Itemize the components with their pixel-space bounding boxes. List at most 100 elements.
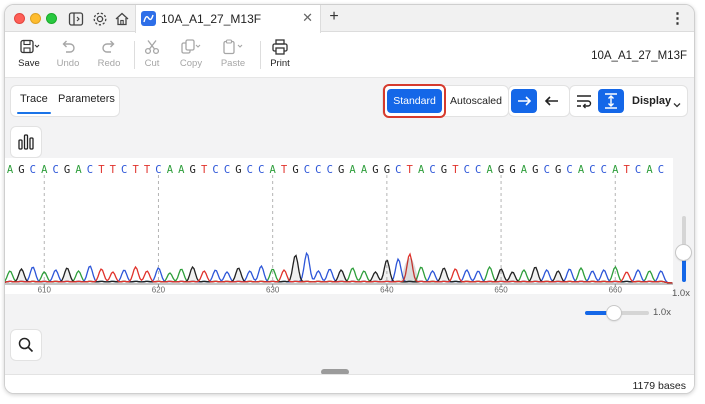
minimize-window-button[interactable] [30,13,41,24]
base-call: A [7,164,14,176]
document-tab[interactable]: 10A_A1_27_M13F ✕ [135,5,321,33]
base-call: A [178,164,185,176]
base-call: C [589,164,595,176]
base-call: C [121,164,127,176]
base-call: G [372,164,378,176]
base-call: A [418,164,425,176]
paste-button[interactable]: Paste [213,39,253,69]
base-call: C [601,164,607,176]
arrow-right-icon [518,96,532,106]
search-button[interactable] [11,330,41,360]
base-call: C [155,164,161,176]
standard-button[interactable]: Standard [387,89,442,113]
print-label: Print [270,58,290,69]
undo-button[interactable]: Undo [48,39,88,69]
sidebar-toggle-icon[interactable] [67,10,85,28]
trace-view: Trace Parameters Standard Autoscaled Dis… [5,78,694,375]
redo-button[interactable]: Redo [89,39,129,69]
base-call: T [407,164,414,176]
base-call: A [349,164,356,176]
copy-button[interactable]: Copy [171,39,211,69]
close-window-button[interactable] [14,13,25,24]
save-label: Save [18,58,40,69]
view-segmented-control: Trace Parameters [11,86,119,116]
print-button[interactable]: Print [260,39,300,69]
close-icon[interactable]: ✕ [302,10,313,26]
toolbar: Save Undo Redo Cut Copy Paste Print 10A_… [5,33,694,78]
save-icon [20,39,40,54]
ruler-tick-label: 630 [266,286,280,295]
horizontal-zoom-handle[interactable] [606,306,621,320]
bar-chart-icon [18,134,34,150]
save-button[interactable]: Save [9,39,49,69]
base-call: G [235,164,241,176]
base-call: A [75,164,82,176]
title-bar: 10A_A1_27_M13F ✕ + ⋮ [5,5,694,33]
base-call: A [486,164,493,176]
base-call: G [498,164,504,176]
display-menu-button[interactable]: Display [632,95,671,107]
vertical-zoom-label: 1.0x [672,288,690,299]
base-call: G [64,164,70,176]
tab-title: 10A_A1_27_M13F [161,12,262,26]
forward-strand-button[interactable] [511,89,537,113]
chromatogram-plot[interactable]: AGCACGACTTCTTCAAGTCCGCCATGCCCGAAGGCTACGT… [5,158,673,294]
base-call: C [212,164,218,176]
base-call: C [658,164,664,176]
base-call: G [509,164,515,176]
base-call: A [578,164,585,176]
chart-button[interactable] [11,127,41,157]
more-menu-icon[interactable]: ⋮ [670,9,685,27]
fit-height-icon [605,93,617,109]
undo-icon [62,40,75,53]
base-call: A [167,164,174,176]
chromatogram-panel[interactable]: AGCACGACTTCTTCAAGTCCGCCATGCCCGAAGGCTACGT… [5,158,673,294]
base-call: C [30,164,36,176]
base-call: T [110,164,117,176]
base-call: C [53,164,59,176]
base-call: T [98,164,105,176]
zoom-window-button[interactable] [46,13,57,24]
new-tab-button[interactable]: + [325,8,343,26]
printer-icon [272,39,288,55]
tab-trace[interactable]: Trace [20,93,48,105]
vertical-zoom-handle[interactable] [676,244,691,260]
ruler-tick-label: 650 [494,286,508,295]
paste-icon [223,39,243,55]
base-call: A [612,164,619,176]
base-call: C [258,164,264,176]
base-call: A [269,164,276,176]
base-call: C [395,164,401,176]
base-call: G [190,164,196,176]
base-call: C [87,164,93,176]
base-call: G [532,164,538,176]
paste-label: Paste [220,58,246,69]
gear-icon[interactable] [91,10,109,28]
ruler-tick-label: 610 [38,286,52,295]
home-icon[interactable] [113,10,131,28]
arrow-left-icon [544,96,558,106]
tab-parameters[interactable]: Parameters [58,93,115,105]
base-call: A [521,164,528,176]
search-icon [18,337,34,353]
autoscaled-button[interactable]: Autoscaled [450,95,502,107]
cut-button[interactable]: Cut [132,39,172,69]
base-call: G [384,164,390,176]
ruler-tick-label: 640 [380,286,394,295]
base-call: T [132,164,139,176]
wrap-lines-button[interactable] [571,89,597,113]
fit-height-button[interactable] [598,89,624,113]
wrap-lines-icon [577,95,592,109]
redo-icon [102,40,115,53]
reverse-strand-button[interactable] [539,89,565,113]
base-call: C [566,164,572,176]
base-call: C [315,164,321,176]
horizontal-zoom-label: 1.0x [653,307,671,318]
base-call: T [281,164,288,176]
redo-label: Redo [97,58,121,69]
base-call: C [224,164,230,176]
base-call: T [452,164,459,176]
base-call: G [292,164,298,176]
base-call: T [624,164,631,176]
base-call: C [544,164,550,176]
